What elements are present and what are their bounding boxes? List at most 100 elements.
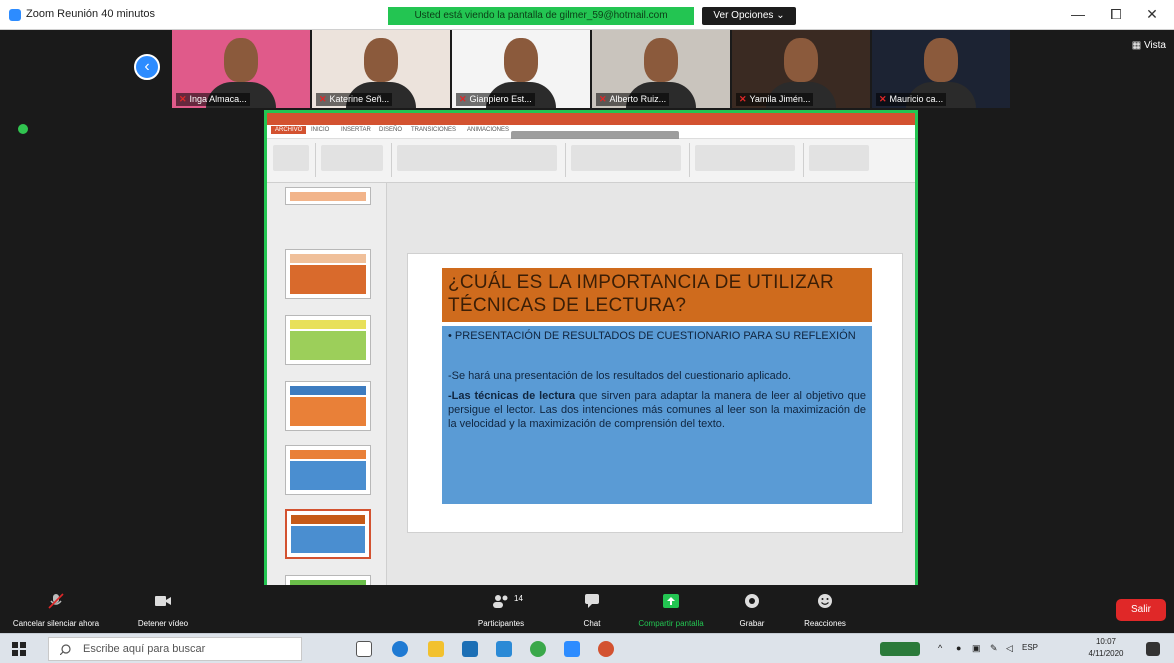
chat-button[interactable]: Chat [572, 585, 612, 633]
title-bar: Zoom Reunión 40 minutos Usted está viend… [0, 0, 1174, 30]
participant-tile[interactable]: ✕ Inga Almaca... [172, 30, 310, 108]
smiley-icon [818, 594, 832, 608]
stop-video-button[interactable]: Detener vídeo [118, 585, 208, 633]
participants-button[interactable]: Participantes [466, 585, 536, 633]
file-explorer-icon[interactable] [428, 641, 444, 657]
slides-group[interactable] [321, 145, 383, 171]
participant-video [644, 38, 678, 82]
chat-label: Chat [583, 619, 601, 628]
thumbnail-body-block [290, 397, 366, 426]
gallery-prev-button[interactable]: ‹ [134, 54, 160, 80]
slide-thumbnail[interactable] [285, 249, 371, 299]
participant-tile[interactable]: ✕ Gianpiero Est... [452, 30, 590, 108]
store-icon[interactable] [462, 641, 478, 657]
thumbnail-title-block [290, 192, 366, 201]
participant-tile[interactable]: ✕ Mauricio ca... [872, 30, 1010, 108]
participant-name-text: Yamila Jimén... [749, 94, 811, 104]
zoom-taskbar-icon[interactable] [564, 641, 580, 657]
slide-title[interactable]: ¿CUÁL ES LA IMPORTANCIA DE UTILIZAR TÉCN… [442, 268, 872, 322]
participant-name: ✕ Katerine Señ... [316, 93, 393, 106]
slide-bullet: • PRESENTACIÓN DE RESULTADOS DE CUESTION… [448, 330, 856, 342]
leave-button[interactable]: Salir [1116, 599, 1166, 621]
reactions-button[interactable]: Reacciones [790, 585, 860, 633]
ppt-tab-file[interactable]: ARCHIVO [271, 126, 307, 134]
edge-browser-icon[interactable] [392, 641, 408, 657]
meeting-controls: Cancelar silenciar ahora Detener vídeo P… [0, 585, 1174, 633]
chat-icon [585, 594, 599, 608]
slide-body[interactable]: • PRESENTACIÓN DE RESULTADOS DE CUESTION… [442, 326, 872, 504]
notifications-icon[interactable] [1146, 642, 1160, 656]
thumbnail-title-block [291, 515, 365, 524]
ppt-tab-animations[interactable]: ANIMACIONES [467, 127, 509, 133]
stop-video-label: Detener vídeo [137, 619, 189, 628]
view-options-button[interactable]: Ver Opciones ⌄ [702, 7, 796, 25]
slide-thumbnail[interactable] [285, 509, 371, 559]
windows-start-icon[interactable] [12, 642, 26, 656]
font-group[interactable] [397, 145, 557, 171]
search-icon [60, 644, 71, 655]
participant-tile[interactable]: ✕ Alberto Ruiz... [592, 30, 730, 108]
participant-video [784, 38, 818, 82]
participant-name: ✕ Gianpiero Est... [456, 93, 535, 106]
slide-paragraph-1: -Se hará una presentación de los resulta… [448, 370, 792, 382]
task-view-icon[interactable] [356, 641, 372, 657]
taskbar-search-input[interactable]: Escribe aquí para buscar [48, 637, 302, 661]
tray-volume-icon[interactable]: ◁ [1006, 643, 1013, 654]
ppt-tab-insert[interactable]: INSERTAR [341, 127, 371, 133]
current-slide[interactable]: ¿CUÁL ES LA IMPORTANCIA DE UTILIZAR TÉCN… [407, 253, 903, 533]
clock-date: 4/11/2020 [1088, 649, 1124, 658]
slide-editor: ¿CUÁL ES LA IMPORTANCIA DE UTILIZAR TÉCN… [387, 183, 915, 585]
ppt-ribbon [267, 139, 915, 183]
powerpoint-icon[interactable] [598, 641, 614, 657]
participant-tile[interactable]: ✕ Katerine Señ... [312, 30, 450, 108]
record-button[interactable]: Grabar [730, 585, 774, 633]
thumbnail-body-block [290, 265, 366, 294]
app-icon[interactable] [496, 641, 512, 657]
muted-mic-icon: ✕ [319, 94, 327, 104]
tray-chevron-icon[interactable]: ^ [938, 643, 942, 653]
tray-network-icon[interactable]: ▣ [972, 643, 981, 654]
unmute-label: Cancelar silenciar ahora [12, 619, 100, 628]
battery-indicator-icon[interactable] [880, 642, 920, 656]
share-screen-icon [663, 594, 679, 608]
windows-taskbar: Escribe aquí para buscar ^ ● ▣ ✎ ◁ ESP 1… [0, 633, 1174, 663]
tray-pen-icon[interactable]: ✎ [990, 643, 998, 654]
clock-time: 10:07 [1095, 637, 1117, 646]
paragraph-group[interactable] [571, 145, 681, 171]
muted-mic-icon: ✕ [879, 94, 887, 104]
close-icon[interactable]: ✕ [1142, 6, 1162, 23]
slide-thumbnail[interactable] [285, 445, 371, 495]
paste-icon[interactable] [273, 145, 309, 171]
minimize-icon[interactable]: — [1068, 6, 1088, 22]
drawing-group[interactable] [695, 145, 795, 171]
thumbnail-body-block [290, 331, 366, 360]
ppt-tab-home[interactable]: INICIO [311, 127, 329, 133]
unmute-button[interactable]: Cancelar silenciar ahora [6, 585, 106, 633]
ppt-tab-transitions[interactable]: TRANSICIONES [411, 127, 456, 133]
muted-mic-icon: ✕ [599, 94, 607, 104]
participant-tile[interactable]: ✕ Yamila Jimén... [732, 30, 870, 108]
maximize-icon[interactable]: ⧠ [1106, 6, 1126, 23]
slide-thumbnail[interactable] [285, 315, 371, 365]
editing-group[interactable] [809, 145, 869, 171]
chrome-icon[interactable] [530, 641, 546, 657]
taskbar-clock[interactable]: 10:07 4/11/2020 [1082, 636, 1130, 660]
record-icon [745, 594, 759, 608]
participant-video [224, 38, 258, 82]
tray-microphone-icon[interactable]: ● [956, 643, 961, 653]
participant-video [924, 38, 958, 82]
participants-count: 14 [514, 594, 523, 603]
muted-mic-icon: ✕ [459, 94, 467, 104]
view-toggle-button[interactable]: ▦ Vista [1132, 40, 1166, 51]
slide-thumbnail[interactable] [285, 187, 371, 205]
participant-name: ✕ Inga Almaca... [176, 93, 250, 106]
ppt-tab-design[interactable]: DISEÑO [379, 127, 402, 133]
participant-name: ✕ Mauricio ca... [876, 93, 947, 106]
participant-name-text: Gianpiero Est... [469, 94, 532, 104]
security-shield-icon[interactable] [18, 124, 28, 134]
video-camera-icon [155, 596, 171, 606]
tray-language[interactable]: ESP [1022, 643, 1038, 652]
share-screen-button[interactable]: Compartir pantalla [626, 585, 716, 633]
reactions-label: Reacciones [804, 619, 846, 628]
slide-thumbnail[interactable] [285, 381, 371, 431]
